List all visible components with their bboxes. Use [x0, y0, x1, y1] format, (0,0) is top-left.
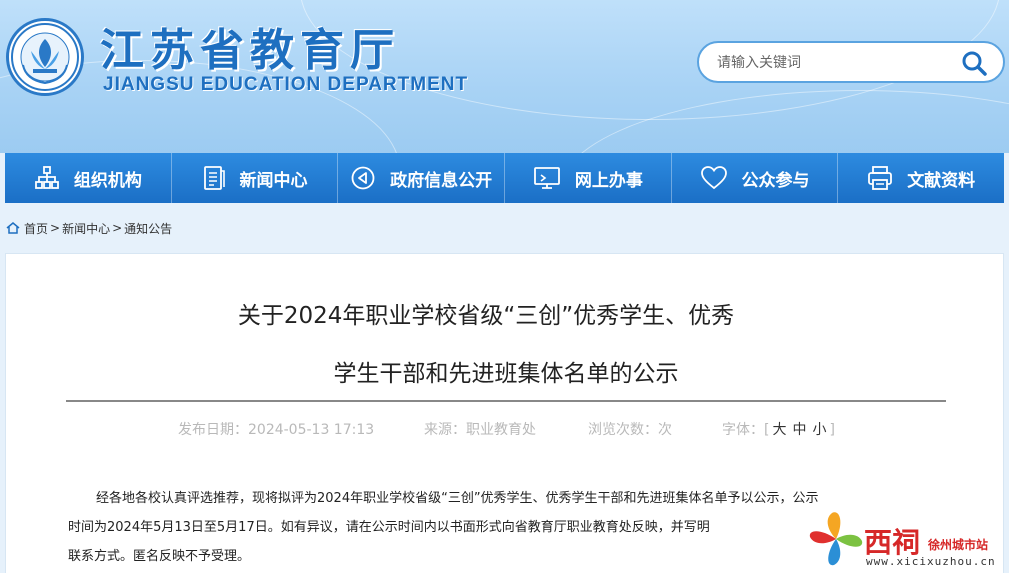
main-nav: 组织机构 新闻中心 政府信息公开 网上办事 公众参与 文献资料	[5, 153, 1004, 203]
breadcrumb-notices[interactable]: 通知公告	[124, 220, 172, 237]
font-size-label: 字体：[	[722, 422, 770, 438]
nav-item-news[interactable]: 新闻中心	[172, 153, 339, 203]
site-title[interactable]: 江苏省教育厅	[100, 14, 400, 78]
breadcrumb-separator: >	[50, 221, 61, 235]
view-count: 浏览次数：次	[588, 422, 672, 438]
font-medium-button[interactable]: 中	[792, 422, 806, 438]
nav-label: 组织机构	[73, 170, 142, 191]
title-divider	[66, 400, 946, 402]
nav-label: 公众参与	[741, 170, 810, 191]
pinwheel-logo-icon	[809, 512, 863, 566]
search-box	[697, 41, 1005, 83]
article-source: 来源：职业教育处	[424, 422, 536, 438]
font-large-button[interactable]: 大	[772, 422, 786, 438]
font-size-bracket: ]	[829, 422, 835, 438]
site-subtitle: JIANGSU EDUCATION DEPARTMENT	[103, 74, 469, 95]
xici-watermark: 西祠 徐州城市站 www.xicixuzhou.cn	[806, 507, 1009, 573]
news-document-icon	[203, 166, 225, 190]
search-input[interactable]	[717, 52, 947, 74]
nav-item-organization[interactable]: 组织机构	[5, 153, 172, 203]
watermark-url: www.xicixuzhou.cn	[866, 555, 996, 568]
article-title-line-1: 关于2024年职业学校省级“三创”优秀学生、优秀	[237, 303, 735, 329]
org-chart-icon	[34, 166, 59, 189]
publish-date: 发布日期：2024-05-13 17:13	[178, 422, 375, 438]
nav-label: 文献资料	[907, 170, 976, 191]
monitor-icon	[533, 167, 560, 189]
nav-item-gov-info[interactable]: 政府信息公开	[338, 153, 506, 203]
search-icon[interactable]	[961, 50, 987, 76]
font-small-button[interactable]: 小	[812, 422, 826, 438]
heart-icon	[700, 166, 727, 190]
font-size-control: 字体：[大中小]	[722, 419, 835, 439]
nav-label: 新闻中心	[239, 170, 308, 191]
nav-item-public-participation[interactable]: 公众参与	[672, 153, 839, 203]
education-emblem-icon[interactable]	[6, 18, 84, 96]
nav-label: 网上办事	[574, 170, 643, 191]
breadcrumb: 首页 > 新闻中心 > 通知公告	[6, 219, 172, 237]
article-meta: 发布日期：2024-05-13 17:13 来源：职业教育处 浏览次数：次 字体…	[66, 417, 946, 439]
nav-label: 政府信息公开	[390, 170, 493, 191]
info-play-icon	[351, 166, 375, 190]
article-title-line-2: 学生干部和先进班集体名单的公示	[333, 361, 679, 387]
breadcrumb-news[interactable]: 新闻中心	[62, 220, 110, 237]
printer-icon	[868, 166, 893, 190]
breadcrumb-home[interactable]: 首页	[24, 220, 48, 237]
watermark-city: 徐州城市站	[928, 538, 989, 552]
nav-item-literature[interactable]: 文献资料	[838, 153, 1004, 203]
nav-item-online-services[interactable]: 网上办事	[505, 153, 672, 203]
breadcrumb-separator: >	[112, 221, 123, 235]
home-icon	[6, 222, 20, 234]
site-header: 江苏省教育厅 JIANGSU EDUCATION DEPARTMENT	[0, 0, 1009, 153]
